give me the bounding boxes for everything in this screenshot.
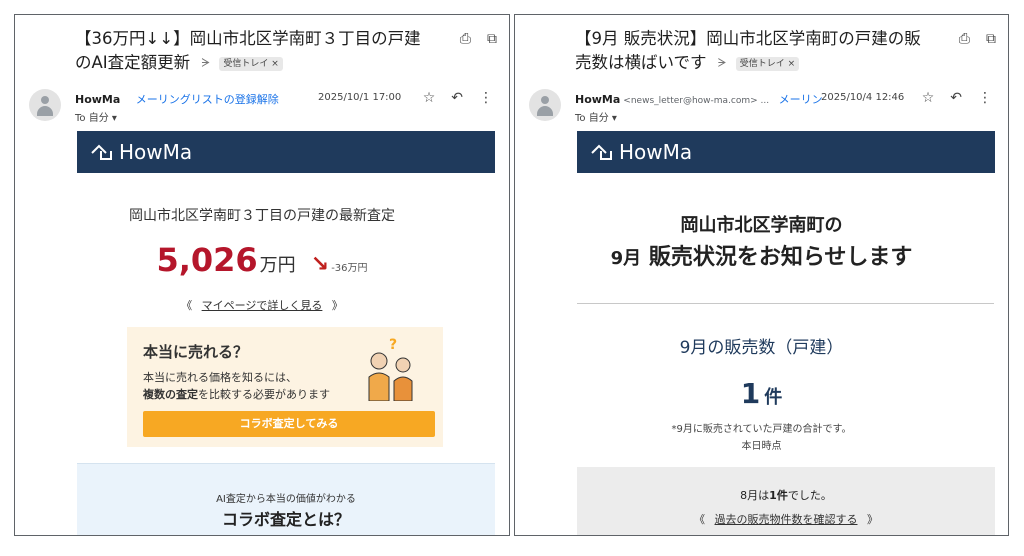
explainer-subtitle: AI査定から本当の価値がわかる bbox=[216, 494, 356, 505]
prev-month-pre: 8月は bbox=[740, 489, 770, 502]
email-panel-right: 【9月 販売状況】岡山市北区学南町の戸建の販売数は横ばいです ᗒ 受信トレイ ×… bbox=[514, 14, 1009, 536]
open-new-window-icon[interactable]: ⧉ bbox=[487, 31, 497, 47]
email-date: 2025/10/4 12:46 bbox=[821, 92, 905, 103]
star-icon[interactable]: ☆ bbox=[423, 90, 436, 106]
header-actions: ☆ ↶ ⋮ bbox=[922, 90, 992, 106]
more-options-icon[interactable]: ⋮ bbox=[978, 90, 992, 106]
heading-month: 9月 bbox=[610, 248, 642, 269]
down-arrow-icon: ↘ bbox=[310, 252, 330, 277]
mypage-link-row: 《 マイページで詳しく見る 》 bbox=[15, 297, 509, 313]
from-line: HowMa メーリングリストの登録解除 bbox=[75, 91, 279, 107]
past-sales-link-row: 《 過去の販売物件数を確認する 》 bbox=[577, 511, 995, 527]
banner-logo-text: HowMa bbox=[619, 140, 693, 164]
sales-note: *9月に販売されていた戸建の合計です。 bbox=[671, 424, 852, 435]
from-line: HowMa <news_letter@how-ma.com> ... メーリン bbox=[575, 91, 823, 107]
as-of-label: 本日時点 bbox=[741, 441, 782, 452]
print-icon[interactable]: ⎙ bbox=[959, 31, 970, 47]
banner-logo-text: HowMa bbox=[119, 140, 193, 164]
header-actions: ☆ ↶ ⋮ bbox=[423, 90, 493, 106]
past-sales-link[interactable]: 過去の販売物件数を確認する bbox=[715, 513, 858, 526]
section-divider bbox=[577, 303, 994, 304]
sender-name[interactable]: HowMa bbox=[75, 93, 120, 106]
email-date: 2025/10/1 17:00 bbox=[318, 92, 402, 103]
more-options-icon[interactable]: ⋮ bbox=[479, 90, 493, 106]
collab-text-line2: を比較する必要があります bbox=[198, 388, 330, 401]
price-diff: -36万円 bbox=[331, 263, 368, 274]
label-chip-inbox[interactable]: 受信トレイ × bbox=[735, 57, 800, 71]
sender-name[interactable]: HowMa bbox=[575, 93, 620, 106]
heading-area: 岡山市北区学南町の bbox=[680, 215, 843, 236]
email-subject: 【36万円↓↓】岡山市北区学南町３丁目の戸建のAI査定額更新 ᗒ 受信トレイ × bbox=[75, 27, 435, 75]
unsubscribe-link[interactable]: メーリン bbox=[779, 93, 823, 106]
howma-banner: HowMa bbox=[77, 131, 495, 173]
email-panel-left: 【36万円↓↓】岡山市北区学南町３丁目の戸建のAI査定額更新 ᗒ 受信トレイ ×… bbox=[14, 14, 510, 536]
sender-avatar[interactable] bbox=[529, 89, 561, 121]
sales-count-unit: 件 bbox=[764, 387, 783, 408]
valuation-title: 岡山市北区学南町３丁目の戸建の最新査定 bbox=[129, 208, 395, 224]
howma-banner: HowMa bbox=[577, 131, 995, 173]
people-thinking-illustration-icon: ? bbox=[368, 337, 413, 401]
link-bracket-close: 》 bbox=[867, 513, 878, 526]
sales-count-title: 9月の販売数（戸建） bbox=[679, 338, 844, 358]
house-logo-icon bbox=[591, 144, 612, 160]
link-bracket-open: 《 bbox=[694, 513, 705, 526]
reply-icon[interactable]: ↶ bbox=[451, 90, 463, 106]
prev-month-count: 1件 bbox=[769, 489, 788, 502]
subject-actions: ⎙ ⧉ bbox=[959, 31, 996, 47]
collab-text-line1: 本当に売れる価格を知るには、 bbox=[143, 371, 297, 384]
mypage-link[interactable]: マイページで詳しく見る bbox=[202, 299, 323, 312]
sender-avatar[interactable] bbox=[29, 89, 61, 121]
prev-month-post: でした。 bbox=[787, 489, 832, 502]
collab-promo-box: 本当に売れる？ 本当に売れる価格を知るには、 複数の査定を比較する必要があります… bbox=[127, 327, 443, 447]
previous-month-text: 8月は1件でした。 bbox=[577, 487, 995, 503]
email-subject: 【9月 販売状況】岡山市北区学南町の戸建の販売数は横ばいです ᗒ 受信トレイ × bbox=[575, 27, 935, 75]
avatar-head-icon bbox=[541, 96, 549, 104]
print-icon[interactable]: ⎙ bbox=[460, 31, 471, 47]
subject-actions: ⎙ ⧉ bbox=[460, 31, 497, 47]
collab-text: 本当に売れる価格を知るには、 複数の査定を比較する必要があります bbox=[143, 369, 353, 403]
price-value: 5,026 bbox=[156, 241, 258, 279]
sender-email: <news_letter@how-ma.com> ... bbox=[623, 96, 770, 106]
avatar-body-icon bbox=[537, 106, 553, 116]
collab-button[interactable]: コラボ査定してみる bbox=[143, 411, 435, 437]
avatar-body-icon bbox=[37, 106, 53, 116]
previous-month-box: 8月は1件でした。 《 過去の販売物件数を確認する 》 bbox=[577, 467, 995, 535]
price-row: 5,026 万円 ↘ -36万円 bbox=[15, 241, 509, 279]
link-bracket-close: 》 bbox=[331, 299, 343, 312]
price-unit: 万円 bbox=[259, 255, 296, 276]
open-new-window-icon[interactable]: ⧉ bbox=[986, 31, 996, 47]
heading-status: 9月 販売状況をお知らせします bbox=[515, 239, 1008, 271]
to-recipient[interactable]: To 自分 ▾ bbox=[575, 109, 617, 124]
importance-marker-icon[interactable]: ᗒ bbox=[718, 56, 727, 70]
star-icon[interactable]: ☆ bbox=[922, 90, 935, 106]
collab-explainer-box: AI査定から本当の価値がわかる コラボ査定とは？ bbox=[77, 463, 495, 535]
avatar-head-icon bbox=[41, 96, 49, 104]
unsubscribe-link[interactable]: メーリングリストの登録解除 bbox=[136, 93, 279, 106]
reply-icon[interactable]: ↶ bbox=[950, 90, 962, 106]
sales-count: 1件 bbox=[515, 377, 1008, 410]
link-bracket-open: 《 bbox=[181, 299, 193, 312]
explainer-title: コラボ査定とは？ bbox=[221, 510, 350, 529]
heading-rest: 販売状況をお知らせします bbox=[648, 245, 913, 270]
svg-text:?: ? bbox=[389, 337, 397, 353]
sales-count-value: 1 bbox=[740, 377, 761, 410]
collab-text-bold: 複数の査定 bbox=[143, 388, 198, 401]
label-chip-inbox[interactable]: 受信トレイ × bbox=[219, 57, 283, 71]
collab-question: 本当に売れる？ bbox=[143, 343, 249, 361]
to-recipient[interactable]: To 自分 ▾ bbox=[75, 109, 117, 124]
importance-marker-icon[interactable]: ᗒ bbox=[201, 56, 210, 70]
house-logo-icon bbox=[91, 144, 112, 160]
